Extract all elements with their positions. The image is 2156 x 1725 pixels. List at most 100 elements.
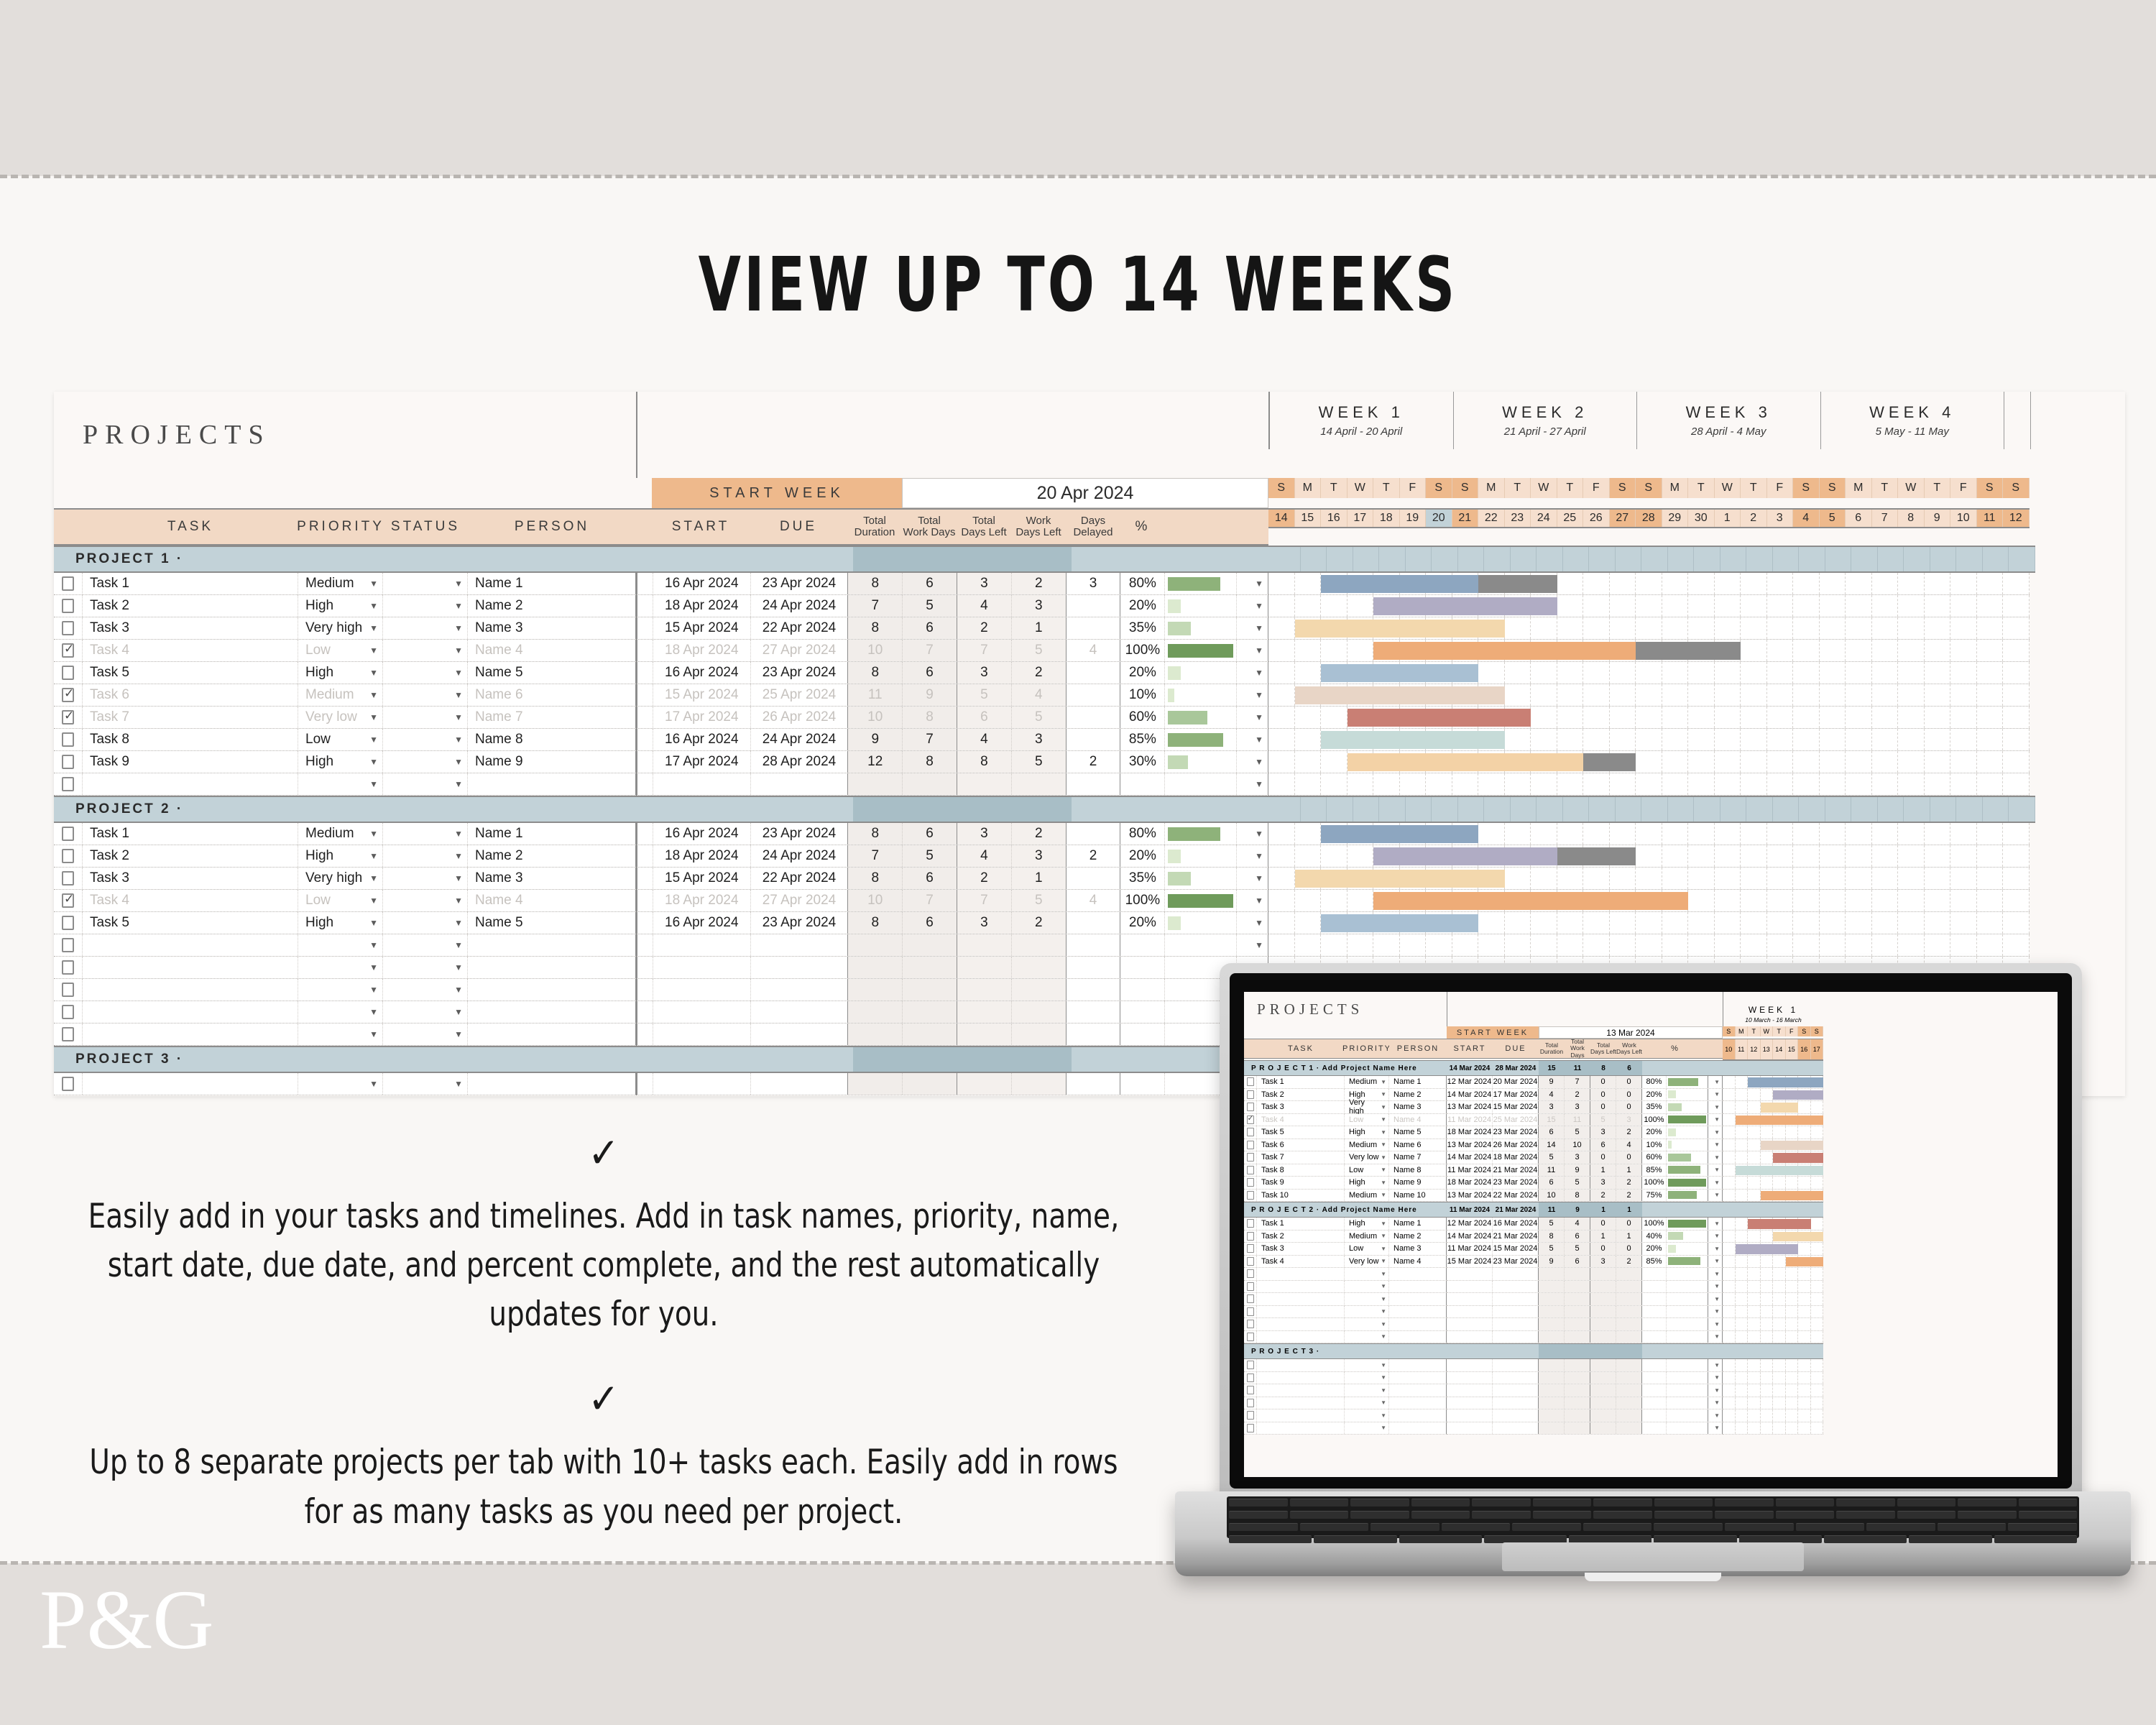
row-dropdown[interactable]: ▼: [1237, 845, 1269, 867]
percent-complete[interactable]: [1120, 934, 1166, 956]
person-name[interactable]: Name 2: [468, 595, 636, 617]
status-select[interactable]: ▼: [383, 890, 468, 911]
laptop-task-name[interactable]: Task 10: [1257, 1189, 1345, 1201]
row-dropdown[interactable]: ▼: [1237, 595, 1269, 617]
task-checkbox[interactable]: [54, 845, 83, 867]
task-checkbox[interactable]: [54, 823, 83, 845]
laptop-person-name[interactable]: [1389, 1397, 1447, 1409]
laptop-row-dropdown[interactable]: ▼: [1708, 1359, 1723, 1371]
laptop-table-row[interactable]: Task 6 Medium ▼ Name 6 13 Mar 2024 26 Mar 202…: [1244, 1138, 2058, 1151]
laptop-priority-select[interactable]: ▼: [1345, 1422, 1389, 1434]
priority-select[interactable]: ▼: [298, 934, 383, 956]
task-checkbox[interactable]: [54, 573, 83, 594]
task-checkbox[interactable]: [54, 595, 83, 617]
laptop-start-date[interactable]: 14 Mar 2024: [1447, 1151, 1493, 1164]
laptop-percent-complete[interactable]: 100%: [1642, 1177, 1667, 1189]
due-date[interactable]: 23 Apr 2024: [751, 662, 849, 684]
due-date[interactable]: 25 Apr 2024: [751, 684, 849, 706]
laptop-priority-select[interactable]: High ▼: [1345, 1218, 1389, 1230]
laptop-priority-select[interactable]: ▼: [1345, 1330, 1389, 1343]
laptop-table-row[interactable]: ▼ ▼: [1244, 1371, 2058, 1384]
priority-select[interactable]: High ▼: [298, 845, 383, 867]
laptop-start-date[interactable]: 18 Mar 2024: [1447, 1126, 1493, 1138]
laptop-start-date[interactable]: 13 Mar 2024: [1447, 1101, 1493, 1113]
priority-select[interactable]: ▼: [298, 1024, 383, 1045]
laptop-task-name[interactable]: [1257, 1422, 1345, 1434]
person-name[interactable]: Name 1: [468, 823, 636, 845]
row-dropdown[interactable]: ▼: [1237, 729, 1269, 750]
status-select[interactable]: ▼: [383, 684, 468, 706]
task-checkbox[interactable]: [54, 890, 83, 911]
percent-complete[interactable]: [1120, 979, 1166, 1000]
laptop-task-name[interactable]: Task 2: [1257, 1088, 1345, 1100]
person-name[interactable]: Name 4: [468, 640, 636, 661]
table-row[interactable]: Task 5 High ▼ ▼ Name 5 16 Apr 2024 23 Apr 2024…: [54, 912, 2125, 934]
laptop-task-checkbox[interactable]: [1244, 1230, 1257, 1242]
laptop-due-date[interactable]: 21 Mar 2024: [1493, 1230, 1539, 1242]
laptop-priority-select[interactable]: Medium ▼: [1345, 1189, 1389, 1201]
table-row[interactable]: Task 5 High ▼ ▼ Name 5 16 Apr 2024 23 Apr 2024…: [54, 662, 2125, 684]
priority-select[interactable]: Low ▼: [298, 640, 383, 661]
laptop-priority-select[interactable]: Very high ▼: [1345, 1098, 1389, 1116]
row-dropdown[interactable]: ▼: [1237, 773, 1269, 795]
start-date[interactable]: 15 Apr 2024: [653, 617, 751, 639]
laptop-row-dropdown[interactable]: ▼: [1708, 1218, 1723, 1230]
start-date[interactable]: 16 Apr 2024: [653, 823, 751, 845]
laptop-person-name[interactable]: Name 2: [1389, 1088, 1447, 1100]
start-date[interactable]: 16 Apr 2024: [653, 729, 751, 750]
status-select[interactable]: ▼: [383, 751, 468, 773]
start-date[interactable]: 18 Apr 2024: [653, 890, 751, 911]
laptop-row-dropdown[interactable]: ▼: [1708, 1151, 1723, 1164]
laptop-start-date[interactable]: [1447, 1371, 1493, 1384]
laptop-start-date[interactable]: [1447, 1318, 1493, 1330]
status-select[interactable]: ▼: [383, 1024, 468, 1045]
percent-complete[interactable]: [1120, 1073, 1166, 1095]
row-dropdown[interactable]: ▼: [1237, 751, 1269, 773]
laptop-task-checkbox[interactable]: [1244, 1088, 1257, 1100]
laptop-start-date[interactable]: 14 Mar 2024: [1447, 1088, 1493, 1100]
laptop-task-checkbox[interactable]: [1244, 1359, 1257, 1371]
laptop-percent-complete[interactable]: 10%: [1642, 1138, 1667, 1151]
laptop-percent-complete[interactable]: [1642, 1268, 1667, 1280]
laptop-priority-select[interactable]: Very low ▼: [1345, 1255, 1389, 1267]
laptop-row-dropdown[interactable]: ▼: [1708, 1126, 1723, 1138]
status-select[interactable]: ▼: [383, 845, 468, 867]
start-date[interactable]: 16 Apr 2024: [653, 912, 751, 934]
person-name[interactable]: Name 2: [468, 845, 636, 867]
laptop-person-name[interactable]: [1389, 1318, 1447, 1330]
status-select[interactable]: ▼: [383, 823, 468, 845]
status-select[interactable]: ▼: [383, 729, 468, 750]
laptop-task-name[interactable]: [1257, 1330, 1345, 1343]
laptop-table-row[interactable]: ▼ ▼: [1244, 1409, 2058, 1422]
due-date[interactable]: 27 Apr 2024: [751, 890, 849, 911]
row-dropdown[interactable]: ▼: [1237, 684, 1269, 706]
priority-select[interactable]: ▼: [298, 773, 383, 795]
laptop-percent-complete[interactable]: [1642, 1422, 1667, 1434]
laptop-person-name[interactable]: [1389, 1305, 1447, 1317]
laptop-task-name[interactable]: Task 6: [1257, 1138, 1345, 1151]
laptop-due-date[interactable]: 21 Mar 2024: [1493, 1164, 1539, 1176]
start-date[interactable]: 17 Apr 2024: [653, 751, 751, 773]
laptop-table-row[interactable]: Task 2 Medium ▼ Name 2 14 Mar 2024 21 Mar 202…: [1244, 1230, 2058, 1243]
due-date[interactable]: 22 Apr 2024: [751, 868, 849, 889]
laptop-due-date[interactable]: 18 Mar 2024: [1493, 1151, 1539, 1164]
laptop-task-name[interactable]: Task 9: [1257, 1177, 1345, 1189]
laptop-priority-select[interactable]: ▼: [1345, 1280, 1389, 1292]
person-name[interactable]: Name 4: [468, 890, 636, 911]
laptop-project-band[interactable]: P R O J E C T 3 ·: [1244, 1343, 1447, 1359]
laptop-percent-complete[interactable]: [1642, 1318, 1667, 1330]
priority-select[interactable]: Low ▼: [298, 729, 383, 750]
status-select[interactable]: ▼: [383, 934, 468, 956]
laptop-person-name[interactable]: Name 5: [1389, 1126, 1447, 1138]
due-date[interactable]: [751, 934, 849, 956]
task-name[interactable]: [83, 1024, 298, 1045]
person-name[interactable]: Name 7: [468, 707, 636, 728]
laptop-task-name[interactable]: [1257, 1305, 1345, 1317]
task-checkbox[interactable]: [54, 934, 83, 956]
laptop-task-name[interactable]: Task 8: [1257, 1164, 1345, 1176]
start-date[interactable]: 15 Apr 2024: [653, 868, 751, 889]
laptop-priority-select[interactable]: ▼: [1345, 1318, 1389, 1330]
task-checkbox[interactable]: [54, 707, 83, 728]
laptop-table-row[interactable]: ▼ ▼: [1244, 1397, 2058, 1409]
task-checkbox[interactable]: [54, 684, 83, 706]
